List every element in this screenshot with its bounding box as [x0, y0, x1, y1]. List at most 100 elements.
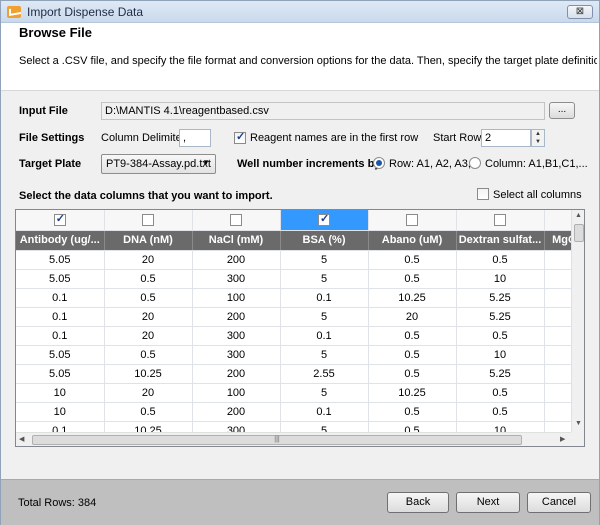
- table-cell: 0.5: [368, 269, 457, 289]
- table-row[interactable]: 0.1 10.25 300 5 0.5 10: [16, 421, 571, 432]
- table-cell: 0.5: [368, 250, 457, 270]
- table-cell: [544, 269, 571, 289]
- grid-viewport: Antibody (ug/...DNA (nM)NaCl (mM)BSA (%)…: [16, 210, 571, 432]
- column-checkbox[interactable]: [318, 212, 330, 226]
- column-select-cell[interactable]: [368, 210, 457, 231]
- column-header[interactable]: Antibody (ug/...: [16, 230, 105, 251]
- column-select-cell[interactable]: [104, 210, 193, 231]
- column-checkbox[interactable]: [406, 213, 418, 226]
- table-row[interactable]: 0.1 0.5 100 0.1 10.25 5.25: [16, 288, 571, 308]
- data-grid[interactable]: Antibody (ug/...DNA (nM)NaCl (mM)BSA (%)…: [15, 209, 585, 447]
- well-row-radio[interactable]: [373, 157, 385, 169]
- column-header[interactable]: DNA (nM): [104, 230, 193, 251]
- table-cell: [544, 383, 571, 403]
- table-cell: 0.5: [104, 288, 193, 308]
- column-checkbox[interactable]: [142, 213, 154, 226]
- cancel-button[interactable]: Cancel: [527, 492, 591, 513]
- table-cell: 20: [104, 307, 193, 327]
- table-cell: 0.1: [16, 288, 105, 308]
- table-cell: 5: [280, 421, 369, 432]
- up-arrow-icon[interactable]: ▲: [575, 212, 582, 219]
- table-cell: 0.5: [456, 250, 545, 270]
- table-cell: 200: [192, 402, 281, 422]
- chevron-down-icon: ▼: [202, 158, 210, 167]
- horizontal-scroll-thumb[interactable]: |||: [32, 435, 522, 445]
- column-select-row: [16, 210, 571, 231]
- start-row-field[interactable]: 2: [481, 129, 531, 147]
- table-cell: [544, 307, 571, 327]
- target-plate-select[interactable]: PT9-384-Assay.pd.txt ▼: [101, 154, 216, 174]
- table-row[interactable]: 0.1 20 300 0.1 0.5 0.5: [16, 326, 571, 346]
- next-button[interactable]: Next: [456, 492, 520, 513]
- column-select-cell[interactable]: [280, 210, 369, 231]
- close-button[interactable]: ⊠: [567, 5, 593, 19]
- table-cell: 0.5: [104, 345, 193, 365]
- left-arrow-icon[interactable]: ◀: [19, 435, 24, 443]
- table-cell: [544, 364, 571, 384]
- column-checkbox[interactable]: [494, 213, 506, 226]
- table-cell: 20: [104, 383, 193, 403]
- vertical-scrollbar[interactable]: ▲ ▼: [571, 210, 584, 432]
- table-cell: [544, 288, 571, 308]
- table-cell: 10: [456, 269, 545, 289]
- title-bar: Import Dispense Data ⊠: [1, 1, 599, 23]
- table-cell: [544, 250, 571, 270]
- table-cell: 5: [280, 307, 369, 327]
- horizontal-scrollbar[interactable]: ◀ ||| ▶: [16, 432, 571, 446]
- reagent-names-checkbox[interactable]: [234, 130, 246, 144]
- start-row-spinner[interactable]: ▲ ▼: [531, 129, 545, 147]
- table-cell: 10: [16, 383, 105, 403]
- table-row[interactable]: 10 0.5 200 0.1 0.5 0.5: [16, 402, 571, 422]
- column-header[interactable]: BSA (%): [280, 230, 369, 251]
- browse-button[interactable]: ...: [549, 102, 575, 119]
- table-cell: 0.1: [280, 288, 369, 308]
- table-cell: 0.1: [280, 402, 369, 422]
- total-rows: Total Rows: 384: [18, 497, 97, 509]
- back-button[interactable]: Back: [387, 492, 449, 513]
- table-cell: 100: [192, 288, 281, 308]
- table-cell: 0.5: [104, 402, 193, 422]
- column-header[interactable]: NaCl (mM): [192, 230, 281, 251]
- table-row[interactable]: 5.05 0.5 300 5 0.5 10: [16, 345, 571, 365]
- column-select-cell[interactable]: [16, 210, 105, 231]
- column-header[interactable]: Dextran sulfat...: [456, 230, 545, 251]
- table-cell: 10.25: [368, 383, 457, 403]
- table-cell: [544, 421, 571, 432]
- table-row[interactable]: 10 20 100 5 10.25 0.5: [16, 383, 571, 403]
- column-checkbox[interactable]: [230, 213, 242, 226]
- column-header[interactable]: Abano (uM): [368, 230, 457, 251]
- table-cell: 0.5: [368, 364, 457, 384]
- column-select-cell[interactable]: [192, 210, 281, 231]
- table-cell: 200: [192, 364, 281, 384]
- data-table: Antibody (ug/...DNA (nM)NaCl (mM)BSA (%)…: [16, 210, 571, 432]
- column-select-cell[interactable]: [456, 210, 545, 231]
- select-all-columns-checkbox[interactable]: [477, 188, 489, 200]
- import-dispense-dialog: Import Dispense Data ⊠ Browse File Selec…: [0, 0, 600, 525]
- column-checkbox[interactable]: [53, 212, 66, 226]
- well-column-radio[interactable]: [469, 157, 481, 169]
- table-cell: 20: [368, 307, 457, 327]
- column-delimiter-field[interactable]: ,: [179, 129, 211, 147]
- table-cell: 0.5: [456, 326, 545, 346]
- column-select-cell[interactable]: [544, 210, 571, 231]
- file-settings-label: File Settings: [19, 132, 85, 144]
- table-cell: 5.05: [16, 250, 105, 270]
- reagent-names-label: Reagent names are in the first row: [250, 132, 419, 144]
- table-cell: 0.5: [104, 269, 193, 289]
- table-cell: 0.5: [456, 402, 545, 422]
- table-row[interactable]: 0.1 20 200 5 20 5.25: [16, 307, 571, 327]
- column-header[interactable]: MgC: [544, 230, 571, 251]
- columns-section-label: Select the data columns that you want to…: [19, 190, 273, 202]
- table-row[interactable]: 5.05 20 200 5 0.5 0.5: [16, 250, 571, 270]
- table-row[interactable]: 5.05 10.25 200 2.55 0.5 5.25: [16, 364, 571, 384]
- start-row-label: Start Row: [433, 132, 482, 144]
- table-cell: 5.05: [16, 364, 105, 384]
- right-arrow-icon[interactable]: ▶: [560, 435, 565, 443]
- table-cell: 5.05: [16, 269, 105, 289]
- table-cell: 10: [456, 345, 545, 365]
- input-file-label: Input File: [19, 105, 68, 117]
- vertical-scroll-thumb[interactable]: [574, 224, 584, 242]
- down-arrow-icon[interactable]: ▼: [575, 420, 582, 427]
- input-file-field[interactable]: D:\MANTIS 4.1\reagentbased.csv: [101, 102, 545, 120]
- table-row[interactable]: 5.05 0.5 300 5 0.5 10: [16, 269, 571, 289]
